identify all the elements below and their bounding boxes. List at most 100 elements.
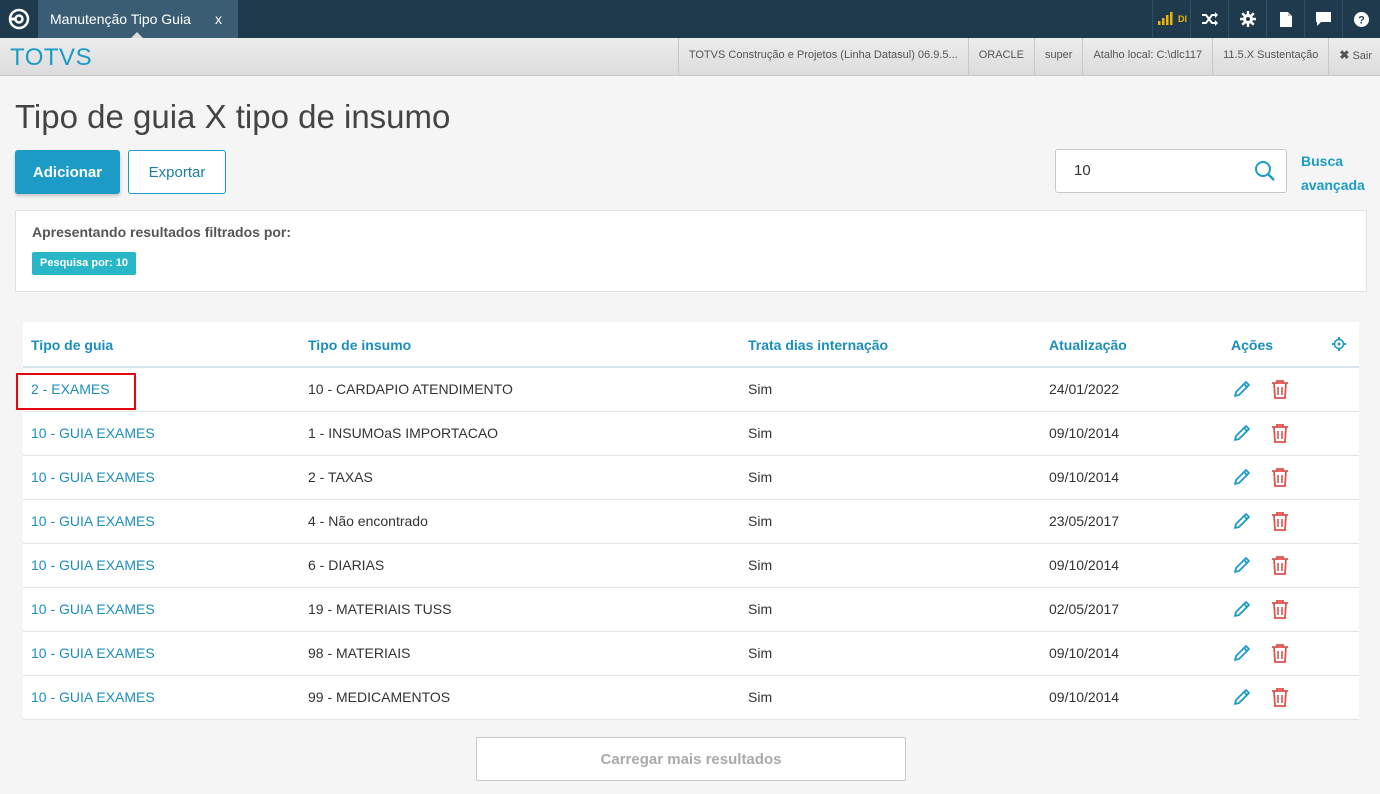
cell-atualizacao: 02/05/2017: [1049, 601, 1120, 617]
cell-tipo-guia[interactable]: 10 - GUIA EXAMES: [31, 513, 155, 529]
cell-atualizacao: 09/10/2014: [1049, 425, 1120, 441]
cell-tipo-insumo: 99 - MEDICAMENTOS: [308, 689, 451, 705]
search-icon[interactable]: [1254, 160, 1276, 187]
header-tipo-insumo[interactable]: Tipo de insumo: [308, 337, 411, 353]
svg-text:?: ?: [1358, 14, 1365, 26]
shuffle-icon[interactable]: [1190, 0, 1228, 38]
cell-atualizacao: 09/10/2014: [1049, 689, 1120, 705]
shortcut-info: Atalho local: C:\dlc117: [1082, 38, 1212, 75]
table-row: 10 - GUIA EXAMES 4 - Não encontrado Sim 23/…: [23, 500, 1359, 544]
top-icons: DI ?: [1152, 0, 1380, 38]
cell-tipo-guia[interactable]: 10 - GUIA EXAMES: [31, 557, 155, 573]
load-more-button[interactable]: Carregar mais resultados: [476, 737, 906, 781]
top-bar: Manutenção Tipo Guia x DI ?: [0, 0, 1380, 39]
cell-tipo-insumo: 1 - INSUMOaS IMPORTACAO: [308, 425, 499, 441]
search-input[interactable]: [1072, 161, 1246, 180]
cell-atualizacao: 09/10/2014: [1049, 469, 1120, 485]
delete-icon[interactable]: [1271, 643, 1289, 668]
header-tipo-guia[interactable]: Tipo de guia: [31, 337, 113, 353]
edit-icon[interactable]: [1232, 555, 1252, 580]
cell-trata-dias: Sim: [748, 425, 773, 441]
cell-tipo-insumo: 2 - TAXAS: [308, 469, 373, 485]
table-row: 2 - EXAMES 10 - CARDAPIO ATENDIMENTO Sim 24…: [16, 368, 1359, 412]
document-icon[interactable]: [1266, 0, 1304, 38]
exit-label: Sair: [1352, 50, 1372, 62]
cell-trata-dias: Sim: [748, 689, 773, 705]
add-button[interactable]: Adicionar: [15, 150, 120, 194]
delete-icon[interactable]: [1271, 687, 1289, 712]
cell-tipo-guia[interactable]: 10 - GUIA EXAMES: [31, 689, 155, 705]
tab-manutencao-tipo-guia[interactable]: Manutenção Tipo Guia x: [38, 0, 238, 39]
cell-atualizacao: 09/10/2014: [1049, 557, 1120, 573]
filter-panel: Apresentando resultados filtrados por: P…: [15, 210, 1367, 292]
user-info: super: [1033, 38, 1083, 75]
cell-tipo-guia[interactable]: 10 - GUIA EXAMES: [31, 601, 155, 617]
edit-icon[interactable]: [1232, 687, 1252, 712]
cell-tipo-insumo: 98 - MATERIAIS: [308, 645, 411, 661]
delete-icon[interactable]: [1271, 379, 1289, 404]
delete-icon[interactable]: [1271, 467, 1289, 492]
cell-tipo-insumo: 10 - CARDAPIO ATENDIMENTO: [308, 381, 513, 397]
cell-trata-dias: Sim: [748, 645, 773, 661]
edit-icon[interactable]: [1232, 379, 1252, 404]
cell-atualizacao: 23/05/2017: [1049, 513, 1120, 529]
cell-atualizacao: 24/01/2022: [1049, 381, 1120, 397]
delete-icon[interactable]: [1271, 423, 1289, 448]
page-title: Tipo de guia X tipo de insumo: [15, 98, 451, 135]
advanced-search-link[interactable]: Busca avançada: [1301, 149, 1365, 197]
edit-icon[interactable]: [1232, 599, 1252, 624]
filter-label: Apresentando resultados filtrados por:: [32, 224, 292, 240]
app-logo-icon[interactable]: [0, 0, 38, 38]
close-icon: ✖: [1339, 48, 1350, 62]
close-tab-icon[interactable]: x: [215, 0, 222, 38]
table-row: 10 - GUIA EXAMES 19 - MATERIAIS TUSS Sim 02…: [23, 588, 1359, 632]
table-header: Tipo de guia Tipo de insumo Trata dias i…: [23, 322, 1359, 368]
delete-icon[interactable]: [1271, 511, 1289, 536]
table-row: 10 - GUIA EXAMES 6 - DIARIAS Sim 09/10/2014: [23, 544, 1359, 588]
header-atualizacao[interactable]: Atualização: [1049, 337, 1127, 353]
session-info: TOTVS Construção e Projetos (Linha Datas…: [677, 38, 1380, 75]
edit-icon[interactable]: [1232, 423, 1252, 448]
cell-tipo-insumo: 4 - Não encontrado: [308, 513, 428, 529]
export-button[interactable]: Exportar: [128, 150, 226, 194]
signal-icon[interactable]: DI: [1152, 0, 1190, 38]
cell-tipo-guia[interactable]: 10 - GUIA EXAMES: [31, 645, 155, 661]
cell-trata-dias: Sim: [748, 381, 773, 397]
chat-icon[interactable]: [1304, 0, 1342, 38]
cell-tipo-insumo: 19 - MATERIAIS TUSS: [308, 601, 452, 617]
header-trata-dias[interactable]: Trata dias internação: [748, 337, 888, 353]
table-row: 10 - GUIA EXAMES 2 - TAXAS Sim 09/10/2014: [23, 456, 1359, 500]
product-info: TOTVS Construção e Projetos (Linha Datas…: [677, 38, 968, 75]
filter-chip[interactable]: Pesquisa por: 10: [32, 252, 137, 275]
edit-icon[interactable]: [1232, 643, 1252, 668]
tab-label: Manutenção Tipo Guia: [50, 11, 191, 27]
brand-logo: TOTVS: [10, 44, 93, 71]
delete-icon[interactable]: [1271, 599, 1289, 624]
exit-button[interactable]: ✖ Sair: [1328, 38, 1380, 75]
search-box: [1055, 149, 1287, 193]
delete-icon[interactable]: [1271, 555, 1289, 580]
header-acoes: Ações: [1231, 337, 1274, 353]
advanced-search-line1: Busca: [1301, 153, 1344, 169]
cell-trata-dias: Sim: [748, 557, 773, 573]
database-info: ORACLE: [967, 38, 1034, 75]
edit-icon[interactable]: [1232, 467, 1252, 492]
cell-tipo-guia[interactable]: 10 - GUIA EXAMES: [31, 425, 155, 441]
table-row: 10 - GUIA EXAMES 99 - MEDICAMENTOS Sim 09/1…: [23, 676, 1359, 720]
column-settings-icon[interactable]: [1332, 337, 1346, 356]
signal-label: DI: [1178, 14, 1187, 24]
cell-tipo-insumo: 6 - DIARIAS: [308, 557, 385, 573]
table-row: 10 - GUIA EXAMES 98 - MATERIAIS Sim 09/10/2…: [23, 632, 1359, 676]
table-row: 10 - GUIA EXAMES 1 - INSUMOaS IMPORTACAO S…: [23, 412, 1359, 456]
gear-icon[interactable]: [1228, 0, 1266, 38]
cell-atualizacao: 09/10/2014: [1049, 645, 1120, 661]
table-body: 2 - EXAMES 10 - CARDAPIO ATENDIMENTO Sim 24…: [16, 368, 1359, 720]
version-info: 11.5.X Sustentação: [1212, 38, 1328, 75]
help-icon[interactable]: ?: [1342, 0, 1380, 38]
highlight-box: [16, 373, 136, 410]
cell-trata-dias: Sim: [748, 513, 773, 529]
cell-tipo-guia[interactable]: 10 - GUIA EXAMES: [31, 469, 155, 485]
advanced-search-line2: avançada: [1301, 177, 1365, 193]
results-table: Tipo de guia Tipo de insumo Trata dias i…: [16, 322, 1359, 720]
edit-icon[interactable]: [1232, 511, 1252, 536]
